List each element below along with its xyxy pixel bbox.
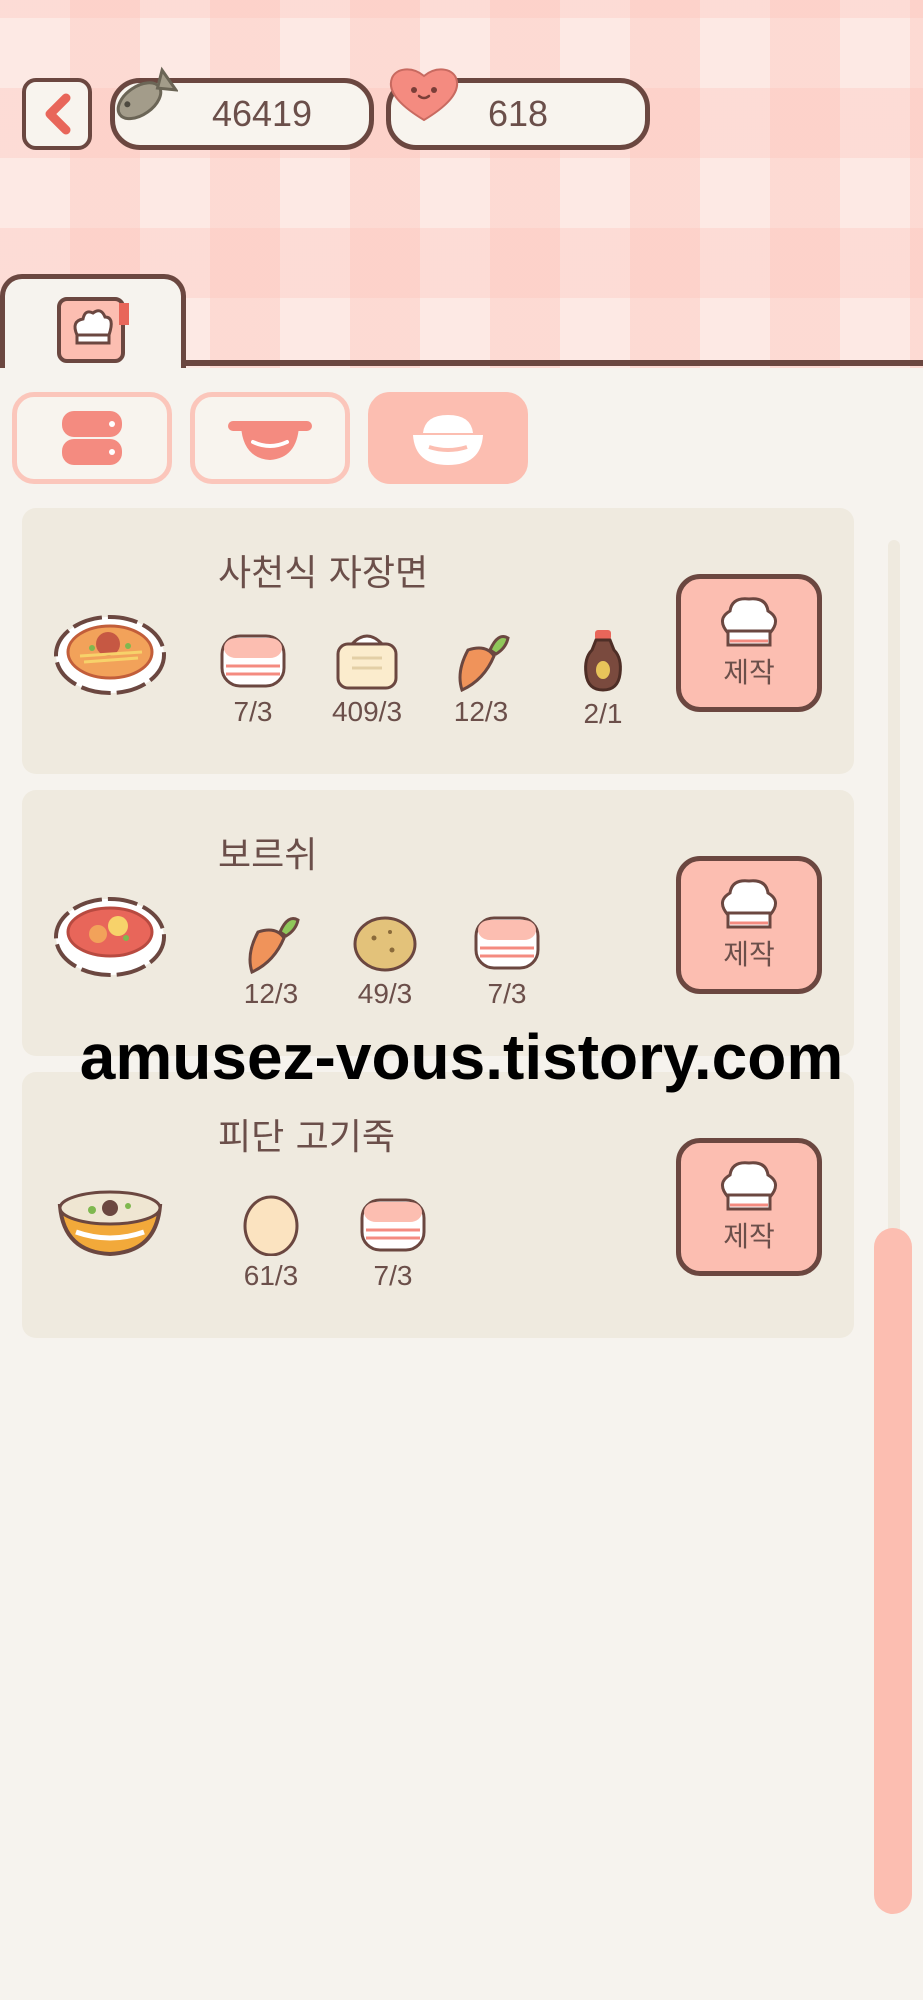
ingredient-count: 7/3 xyxy=(487,978,527,1009)
category-pot-button[interactable] xyxy=(190,392,350,484)
ingredient-item: 409/3 xyxy=(312,628,422,728)
steamer-icon xyxy=(62,411,122,465)
chef-hat-icon xyxy=(721,1161,777,1211)
borscht-dish-icon xyxy=(54,897,166,977)
heart-icon xyxy=(389,68,459,122)
ingredient-count: 12/3 xyxy=(243,978,299,1009)
fish-count: 46419 xyxy=(211,93,313,134)
chef-hat-icon xyxy=(721,597,777,647)
category-rice-bowl-button[interactable] xyxy=(368,392,528,484)
tab-divider xyxy=(180,360,923,366)
potato-icon xyxy=(353,916,417,972)
ingredient-item: 7/3 xyxy=(452,910,562,1010)
carrot-icon xyxy=(458,635,510,692)
tab-recipe-book[interactable] xyxy=(0,274,186,368)
jajangmyeon-dish-icon xyxy=(54,615,166,695)
ingredient-item: 61/3 xyxy=(216,1192,326,1292)
ingredient-item: 49/3 xyxy=(330,910,440,1010)
make-button-label: 제작 xyxy=(723,656,775,689)
recipe-card: 보르쉬 12/3 49/3 7/3 제작 xyxy=(22,790,854,1056)
recipe-name: 피단 고기죽 xyxy=(218,1117,396,1158)
ingredient-count: 2/1 xyxy=(583,698,623,729)
make-button[interactable]: 제작 xyxy=(676,1138,822,1276)
fish-icon xyxy=(116,66,178,121)
chef-hat-icon xyxy=(721,879,777,929)
ingredient-count: 12/3 xyxy=(453,696,509,727)
recipe-name: 보르쉬 xyxy=(218,835,318,876)
recipe-name: 사천식 자장면 xyxy=(218,553,429,594)
rice-bowl-icon xyxy=(413,415,483,465)
soy-sauce-icon xyxy=(584,630,622,692)
scrollbar-thumb[interactable] xyxy=(874,1228,912,1914)
ingredient-item: 12/3 xyxy=(426,628,536,728)
chevron-left-icon xyxy=(45,93,71,135)
ingredient-item: 7/3 xyxy=(338,1192,448,1292)
ingredient-item: 7/3 xyxy=(198,628,308,728)
recipe-book-icon xyxy=(57,297,129,363)
ingredient-count: 7/3 xyxy=(233,696,273,727)
recipe-card: 피단 고기죽 61/3 7/3 제작 xyxy=(22,1072,854,1338)
egg-icon xyxy=(243,1195,299,1256)
meat-icon xyxy=(474,916,540,970)
make-button[interactable]: 제작 xyxy=(676,574,822,712)
category-steamer-button[interactable] xyxy=(12,392,172,484)
meat-icon xyxy=(360,1198,426,1252)
ingredient-count: 7/3 xyxy=(373,1260,413,1291)
make-button-label: 제작 xyxy=(723,1220,775,1253)
recipe-card: 사천식 자장면 7/3 409/3 12/3 2/1 제작 xyxy=(22,508,854,774)
make-button-label: 제작 xyxy=(723,938,775,971)
pot-icon xyxy=(228,421,312,460)
ingredient-item: 2/1 xyxy=(548,628,658,729)
carrot-icon xyxy=(248,917,300,974)
back-button[interactable] xyxy=(22,78,92,150)
ingredient-item: 12/3 xyxy=(216,910,326,1010)
flour-icon xyxy=(336,634,398,690)
ingredient-count: 49/3 xyxy=(357,978,413,1009)
ingredient-count: 409/3 xyxy=(331,696,403,727)
watermark-text: amusez-vous.tistory.com xyxy=(79,1021,844,1093)
heart-count: 618 xyxy=(487,93,549,134)
meat-icon xyxy=(220,634,286,688)
make-button[interactable]: 제작 xyxy=(676,856,822,994)
century-egg-congee-dish-icon xyxy=(57,1190,163,1257)
ingredient-count: 61/3 xyxy=(243,1260,299,1291)
